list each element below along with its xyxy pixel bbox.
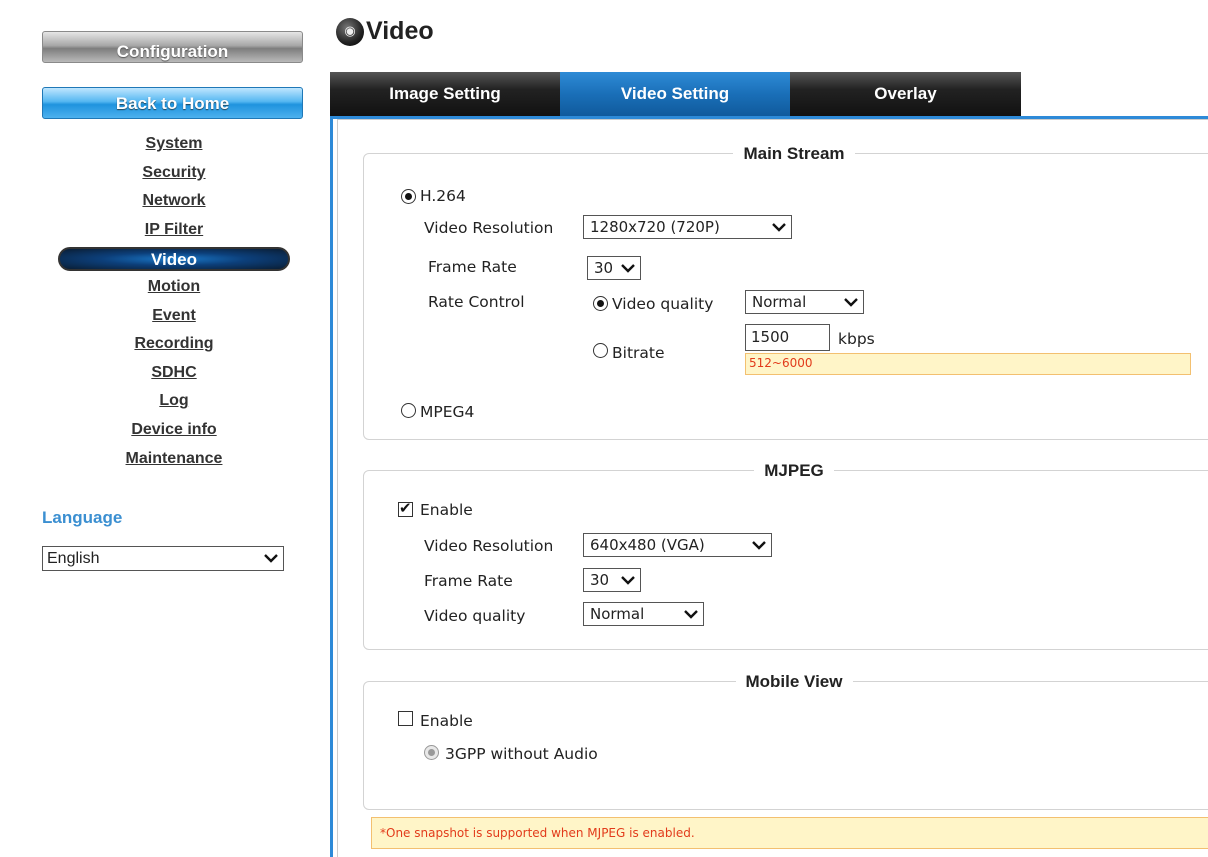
- sidebar-item-ip-filter[interactable]: IP Filter: [58, 218, 290, 247]
- sidebar-item-video[interactable]: Video: [58, 247, 290, 272]
- sidebar-item-log[interactable]: Log: [58, 389, 290, 418]
- sidebar-item-security[interactable]: Security: [58, 161, 290, 190]
- mjpeg-frame-rate-label: Frame Rate: [424, 572, 513, 590]
- main-frame-rate-label: Frame Rate: [428, 258, 517, 276]
- sidebar-item-network[interactable]: Network: [58, 189, 290, 218]
- sidebar-item-event[interactable]: Event: [58, 304, 290, 333]
- mjpeg-enable-checkbox[interactable]: [398, 499, 413, 517]
- mjpeg-frame-rate-value: 30: [590, 571, 610, 589]
- video-quality-label: Video quality: [612, 295, 714, 313]
- page-title: ◉ Video: [336, 17, 434, 46]
- mobile-enable-label: Enable: [420, 712, 473, 730]
- sidebar-item-system[interactable]: System: [58, 132, 290, 161]
- bitrate-unit: kbps: [838, 330, 875, 348]
- chevron-down-icon: [264, 554, 278, 563]
- 3gpp-radio[interactable]: [424, 745, 439, 760]
- chevron-down-icon: [752, 541, 766, 550]
- language-title: Language: [42, 508, 123, 527]
- mjpeg-resolution-select[interactable]: 640x480 (VGA): [583, 533, 772, 557]
- main-frame-rate-select[interactable]: 30: [587, 256, 641, 280]
- 3gpp-label: 3GPP without Audio: [445, 745, 598, 763]
- sidebar-menu: System Security Network IP Filter Video …: [58, 132, 290, 475]
- tab-image-setting[interactable]: Image Setting: [330, 72, 560, 116]
- mjpeg-quality-select[interactable]: Normal: [583, 602, 704, 626]
- tab-video-setting[interactable]: Video Setting: [560, 72, 790, 116]
- h264-label: H.264: [420, 187, 466, 205]
- chevron-down-icon: [684, 610, 698, 619]
- main-frame-rate-value: 30: [594, 259, 614, 277]
- video-quality-radio[interactable]: [593, 296, 608, 311]
- sidebar-item-motion[interactable]: Motion: [58, 275, 290, 304]
- snapshot-note: *One snapshot is supported when MJPEG is…: [371, 817, 1208, 849]
- mjpeg-quality-label: Video quality: [424, 607, 526, 625]
- mjpeg-resolution-label: Video Resolution: [424, 537, 554, 555]
- bitrate-radio[interactable]: [593, 343, 608, 358]
- rate-control-label: Rate Control: [428, 293, 525, 311]
- bitrate-input[interactable]: 1500: [745, 324, 830, 351]
- main-resolution-value: 1280x720 (720P): [590, 218, 720, 236]
- main-resolution-label: Video Resolution: [424, 219, 554, 237]
- chevron-down-icon: [621, 576, 635, 585]
- page-title-text: Video: [366, 17, 434, 45]
- language-select[interactable]: English: [42, 546, 284, 571]
- chevron-down-icon: [621, 264, 635, 273]
- mpeg4-radio[interactable]: [401, 403, 416, 418]
- configuration-header: Configuration: [42, 31, 303, 63]
- sidebar-item-sdhc[interactable]: SDHC: [58, 361, 290, 390]
- camera-icon: ◉: [336, 17, 364, 46]
- bitrate-range-hint: 512~6000: [745, 353, 1191, 375]
- sidebar-item-device-info[interactable]: Device info: [58, 418, 290, 447]
- tab-bar: Image Setting Video Setting Overlay: [330, 72, 1021, 116]
- language-select-value: English: [47, 550, 100, 567]
- mjpeg-resolution-value: 640x480 (VGA): [590, 536, 705, 554]
- sidebar-item-maintenance[interactable]: Maintenance: [58, 447, 290, 476]
- main-video-quality-select[interactable]: Normal: [745, 290, 864, 314]
- h264-radio[interactable]: [401, 189, 416, 204]
- chevron-down-icon: [844, 298, 858, 307]
- back-to-home-button[interactable]: Back to Home: [42, 87, 303, 119]
- mpeg4-label: MPEG4: [420, 403, 475, 421]
- main-resolution-select[interactable]: 1280x720 (720P): [583, 215, 792, 239]
- chevron-down-icon: [772, 223, 786, 232]
- bitrate-label: Bitrate: [612, 344, 665, 362]
- sidebar: Configuration Back to Home System Securi…: [0, 0, 330, 857]
- mjpeg-frame-rate-select[interactable]: 30: [583, 568, 641, 592]
- mjpeg-quality-value: Normal: [590, 605, 645, 623]
- sidebar-item-recording[interactable]: Recording: [58, 332, 290, 361]
- tab-overlay[interactable]: Overlay: [790, 72, 1021, 116]
- main-video-quality-value: Normal: [752, 293, 807, 311]
- mjpeg-enable-label: Enable: [420, 501, 473, 519]
- mobile-enable-checkbox[interactable]: [398, 711, 413, 726]
